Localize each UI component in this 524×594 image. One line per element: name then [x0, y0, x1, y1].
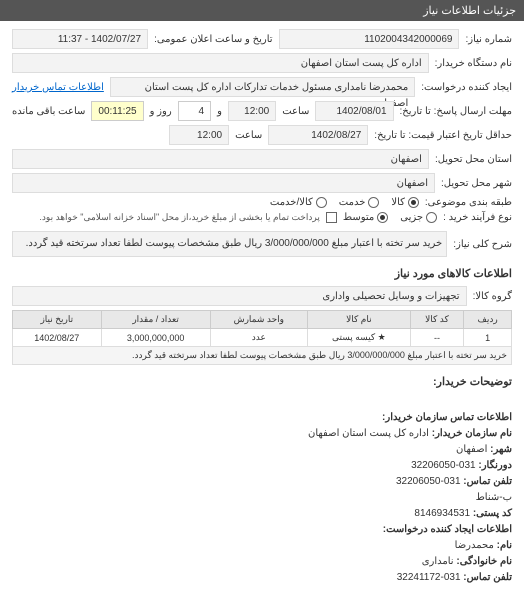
- requester-field: محمدرضا نامداری مسئول خدمات تدارکات ادار…: [110, 77, 415, 97]
- contact-phone: 031-32206050: [396, 476, 461, 487]
- buyer-org-field: اداره کل پست استان اصفهان: [12, 53, 429, 73]
- contact-postal: 8146934531: [414, 508, 470, 519]
- cat-kala-label: کالا: [391, 197, 405, 208]
- cat-service-label: خدمت: [339, 197, 366, 208]
- deadline-label: مهلت ارسال پاسخ: تا تاریخ:: [400, 106, 512, 117]
- header-title: جزئیات اطلاعات نیاز: [423, 5, 516, 17]
- notes-title: توضیحات خریدار:: [12, 373, 512, 390]
- city-label: شهر محل تحویل:: [441, 178, 512, 189]
- star-icon: ★: [378, 332, 386, 342]
- time-label-1: ساعت: [282, 106, 309, 117]
- th-row: ردیف: [464, 311, 512, 329]
- time-label-2: ساعت: [235, 130, 262, 141]
- td-row: 1: [464, 329, 512, 347]
- td-code: --: [410, 329, 464, 347]
- buy-type-label: نوع فرآیند خرید :: [443, 212, 512, 223]
- contact-city-label: شهر:: [490, 444, 512, 455]
- contact-sub: ب-شناط: [476, 492, 512, 503]
- td-unit: عدد: [210, 329, 307, 347]
- form-area: شماره نیاز: 1102004342000069 تاریخ و ساع…: [0, 21, 524, 402]
- buyer-org-label: نام دستگاه خریدار:: [435, 58, 512, 69]
- announce-label: تاریخ و ساعت اعلان عمومی:: [154, 34, 273, 45]
- td-name-text: کیسه پستی: [332, 332, 375, 342]
- req-fname: محمدرضا: [455, 540, 494, 551]
- table-header-row: ردیف کد کالا نام کالا واحد شمارش تعداد /…: [13, 311, 512, 329]
- req-lname: نامداری: [422, 556, 454, 567]
- td-desc: خرید سر تخته با اعتبار مبلغ 3/000/000/00…: [13, 347, 512, 365]
- items-table: ردیف کد کالا نام کالا واحد شمارش تعداد /…: [12, 310, 512, 365]
- deadline-time-field: 12:00: [228, 101, 276, 121]
- remain-end-label: ساعت باقی مانده: [12, 106, 85, 117]
- cat-service-item[interactable]: خدمت: [339, 197, 380, 208]
- desc-label: شرح کلی نیاز:: [453, 239, 512, 250]
- radio-service[interactable]: [368, 197, 379, 208]
- contact-org-label: نام سازمان خریدار:: [432, 428, 512, 439]
- buy-partial-item[interactable]: جزیی: [400, 212, 437, 223]
- day-label: روز و: [150, 106, 172, 117]
- and-label: و: [217, 106, 222, 117]
- treasury-checkbox[interactable]: [326, 212, 337, 223]
- remain-days-field: 4: [178, 101, 211, 121]
- remain-time-field: 00:11:25: [91, 101, 143, 121]
- table-desc-row: خرید سر تخته با اعتبار مبلغ 3/000/000/00…: [13, 347, 512, 365]
- radio-both[interactable]: [316, 197, 327, 208]
- city-field: اصفهان: [12, 173, 435, 193]
- group-label: گروه کالا:: [473, 291, 512, 302]
- buy-partial-label: جزیی: [400, 212, 423, 223]
- announce-field: 1402/07/27 - 11:37: [12, 29, 148, 49]
- radio-kala[interactable]: [408, 197, 419, 208]
- radio-medium[interactable]: [377, 212, 388, 223]
- valid-date-field: 1402/08/27: [268, 125, 368, 145]
- province-label: استان محل تحویل:: [435, 154, 512, 165]
- desc-field: خرید سر تخته با اعتبار مبلغ 3/000/000/00…: [12, 231, 447, 257]
- buy-radio-group: جزیی متوسط: [343, 212, 437, 223]
- contact-fax: 031-32206050: [411, 460, 476, 471]
- th-unit: واحد شمارش: [210, 311, 307, 329]
- contact-postal-label: کد پستی:: [473, 508, 512, 519]
- cat-label: طبقه بندی موضوعی:: [425, 197, 512, 208]
- td-qty: 3,000,000,000: [101, 329, 210, 347]
- req-phone: 031-32241172: [397, 572, 461, 583]
- need-no-label: شماره نیاز:: [465, 34, 512, 45]
- th-date: تاریخ نیاز: [13, 311, 102, 329]
- req-title: اطلاعات ایجاد کننده درخواست:: [383, 524, 512, 535]
- th-qty: تعداد / مقدار: [101, 311, 210, 329]
- td-date: 1402/08/27: [13, 329, 102, 347]
- contact-phone-label: تلفن تماس:: [463, 476, 512, 487]
- contact-org: اداره کل پست استان اصفهان: [308, 428, 429, 439]
- td-name: ★ کیسه پستی: [308, 329, 411, 347]
- valid-label: حداقل تاریخ اعتبار قیمت: تا تاریخ:: [374, 130, 512, 141]
- buy-medium-item[interactable]: متوسط: [343, 212, 388, 223]
- header-bar: جزئیات اطلاعات نیاز: [0, 0, 524, 21]
- radio-partial[interactable]: [426, 212, 437, 223]
- contact-title: اطلاعات تماس سازمان خریدار:: [382, 412, 512, 423]
- req-lname-label: نام خانوادگی:: [456, 556, 512, 567]
- items-section-title: اطلاعات کالاهای مورد نیاز: [12, 265, 512, 282]
- req-phone-label: تلفن تماس:: [463, 572, 512, 583]
- buy-note: پرداخت تمام یا بخشی از مبلغ خرید،از محل …: [39, 212, 319, 223]
- cat-radio-group: کالا خدمت کالا/خدمت: [270, 197, 419, 208]
- cat-kala-item[interactable]: کالا: [391, 197, 419, 208]
- contact-fax-label: دورنگار:: [478, 460, 512, 471]
- group-field: تجهیزات و وسایل تحصیلی واداری: [12, 286, 467, 306]
- need-no-field: 1102004342000069: [279, 29, 460, 49]
- valid-time-field: 12:00: [169, 125, 229, 145]
- requester-label: ایجاد کننده درخواست:: [421, 82, 512, 93]
- th-code: کد کالا: [410, 311, 464, 329]
- province-field: اصفهان: [12, 149, 429, 169]
- deadline-date-field: 1402/08/01: [315, 101, 393, 121]
- buyer-contact-link[interactable]: اطلاعات تماس خریدار: [12, 82, 104, 93]
- req-fname-label: نام:: [497, 540, 512, 551]
- contact-city: اصفهان: [456, 444, 487, 455]
- cat-both-label: کالا/خدمت: [270, 197, 313, 208]
- cat-both-item[interactable]: کالا/خدمت: [270, 197, 327, 208]
- table-row: 1 -- ★ کیسه پستی عدد 3,000,000,000 1402/…: [13, 329, 512, 347]
- contact-block: اطلاعات تماس سازمان خریدار: نام سازمان خ…: [0, 402, 524, 594]
- th-name: نام کالا: [308, 311, 411, 329]
- buy-medium-label: متوسط: [343, 212, 374, 223]
